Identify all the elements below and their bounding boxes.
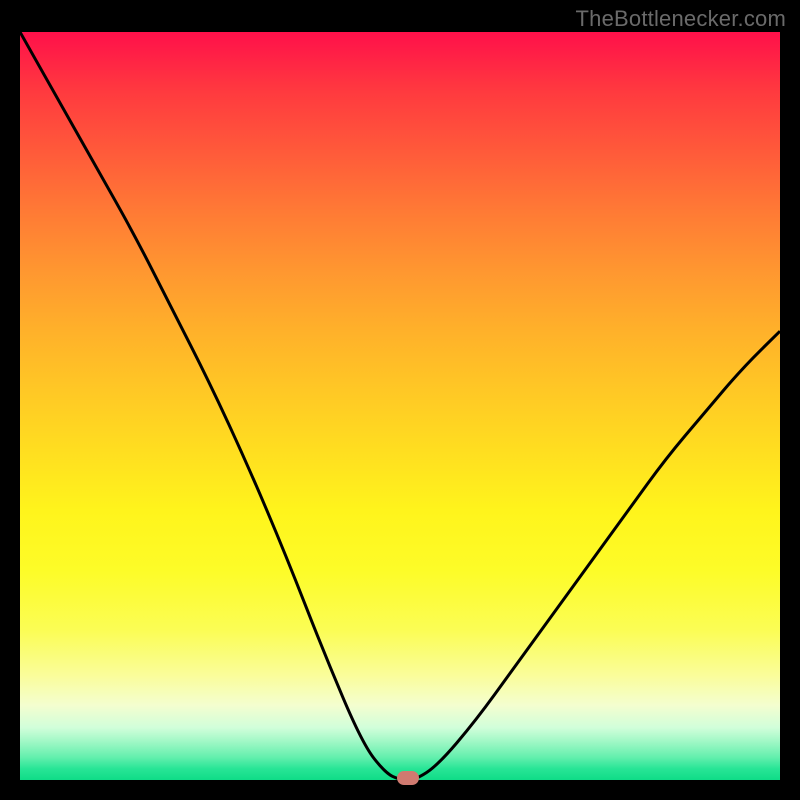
watermark-text: TheBottlenecker.com: [576, 6, 786, 32]
curve-path: [20, 32, 780, 780]
chart-frame: TheBottlenecker.com: [0, 0, 800, 800]
plot-area: [20, 32, 780, 780]
optimum-marker: [397, 771, 419, 785]
bottleneck-curve: [20, 32, 780, 780]
